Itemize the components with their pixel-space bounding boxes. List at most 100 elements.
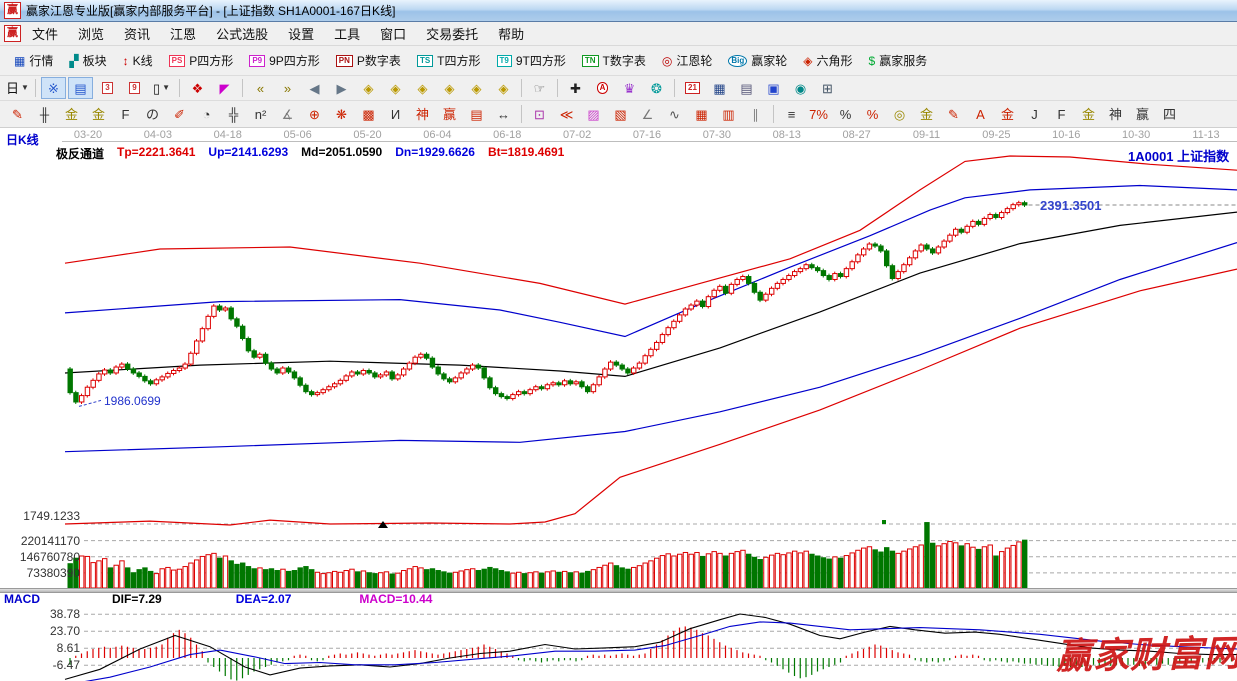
candle-body xyxy=(935,246,942,254)
fib-frame-tool[interactable]: F xyxy=(113,103,138,125)
spiral-tool[interactable]: の xyxy=(140,103,165,125)
fan-box-tool[interactable]: ▨ xyxy=(581,103,606,125)
compress-all-icon[interactable]: ◈ xyxy=(437,77,462,99)
last-bar-icon[interactable]: » xyxy=(275,77,300,99)
select-web-icon[interactable]: ❖ xyxy=(185,77,210,99)
print-icon[interactable]: ⊞ xyxy=(815,77,840,99)
level-steps-tool[interactable]: ≡ xyxy=(779,103,804,125)
web-box-tool[interactable]: ▧ xyxy=(608,103,633,125)
candle-body xyxy=(125,363,131,370)
ying-box-tool[interactable]: 赢 xyxy=(437,103,462,125)
n-square-tool[interactable]: n² xyxy=(248,103,273,125)
f10-info-icon[interactable]: ▤ xyxy=(68,77,93,99)
menu-item-8[interactable]: 交易委托 xyxy=(417,22,487,45)
gann-web-icon[interactable]: ※ xyxy=(41,77,66,99)
candle-body xyxy=(907,257,913,266)
gold-level-tool[interactable]: 金 xyxy=(914,103,939,125)
red-pencil-tool[interactable]: ✎ xyxy=(941,103,966,125)
pencil-tool[interactable]: ✎ xyxy=(5,103,30,125)
shen-box-tool[interactable]: 神 xyxy=(410,103,435,125)
fan-lines-tool[interactable]: ≪ xyxy=(554,103,579,125)
winner-service-button[interactable]: $ 赢家服务 xyxy=(861,50,936,71)
hatch-tool[interactable]: ∥ xyxy=(743,103,768,125)
menu-item-2[interactable]: 资讯 xyxy=(115,22,159,45)
hand-drag-icon[interactable]: ☞ xyxy=(527,77,552,99)
circle-cross-tool[interactable]: ⊕ xyxy=(302,103,327,125)
export-web-icon[interactable]: ◉ xyxy=(788,77,813,99)
kline-button[interactable]: ↕ K线 xyxy=(115,50,161,71)
save-icon[interactable]: ▣ xyxy=(761,77,786,99)
percent-tool[interactable]: % xyxy=(833,103,858,125)
t-digits-button[interactable]: TN T数字表 xyxy=(574,50,654,71)
t9-square-button[interactable]: T9 9T四方形 xyxy=(489,50,574,71)
crosshair-icon[interactable]: ✚ xyxy=(563,77,588,99)
mirror-angle-tool[interactable]: ∡ xyxy=(275,103,300,125)
kline-9-icon[interactable]: 9 xyxy=(122,77,147,99)
volume-bar xyxy=(596,566,602,589)
time-circle-tool[interactable]: ◔ xyxy=(194,103,219,125)
trend-angle-tool[interactable]: ∠ xyxy=(635,103,660,125)
p-digits-button[interactable]: PN P数字表 xyxy=(328,50,409,71)
zoom-out-h-icon[interactable]: ◈ xyxy=(356,77,381,99)
price-grid-tool[interactable]: ╬ xyxy=(221,103,246,125)
menu-item-4[interactable]: 公式选股 xyxy=(207,22,277,45)
menu-item-1[interactable]: 浏览 xyxy=(69,22,113,45)
a-split-tool[interactable]: A xyxy=(968,103,993,125)
compress-v-icon[interactable]: ◈ xyxy=(491,77,516,99)
radar-web-tool[interactable]: ❋ xyxy=(329,103,354,125)
menu-item-7[interactable]: 窗口 xyxy=(371,22,415,45)
ruler-123-tool[interactable]: ▤ xyxy=(464,103,489,125)
first-bar-icon[interactable]: « xyxy=(248,77,273,99)
expand-all-icon[interactable]: ◈ xyxy=(410,77,435,99)
candle-style-dropdown[interactable]: ▯ ▼ xyxy=(149,77,174,99)
winner-wheel-button[interactable]: Big 赢家轮 xyxy=(720,50,795,71)
h-measure-tool[interactable]: ↔ xyxy=(491,103,516,125)
menu-item-5[interactable]: 设置 xyxy=(279,22,323,45)
prev-bar-icon[interactable]: ◀ xyxy=(302,77,327,99)
zoom-region-icon[interactable]: A xyxy=(590,77,615,99)
j-split-tool[interactable]: J xyxy=(1022,103,1047,125)
zoom-in-h-icon[interactable]: ◈ xyxy=(383,77,408,99)
gold-split-tool[interactable]: 金 xyxy=(995,103,1020,125)
segment-lines-tool[interactable]: И xyxy=(383,103,408,125)
percent7-tool[interactable]: 7% xyxy=(806,103,831,125)
gold-box-1-tool[interactable]: 金 xyxy=(59,103,84,125)
percent-line-tool[interactable]: % xyxy=(860,103,885,125)
period-day-dropdown[interactable]: 日 ▼ xyxy=(5,77,30,99)
menu-item-9[interactable]: 帮助 xyxy=(489,22,533,45)
notepad-icon[interactable]: ▤ xyxy=(734,77,759,99)
gold-split2-tool[interactable]: 金 xyxy=(1076,103,1101,125)
gann-tools-icon[interactable]: ♛ xyxy=(617,77,642,99)
box-select-tool[interactable]: ⊡ xyxy=(527,103,552,125)
grid-b-tool[interactable]: ▥ xyxy=(716,103,741,125)
kline-3-icon[interactable]: 3 xyxy=(95,77,120,99)
gann-wheel-button[interactable]: ◎ 江恩轮 xyxy=(654,50,721,71)
f-split-tool[interactable]: F xyxy=(1049,103,1074,125)
candle-body xyxy=(165,372,171,378)
hexagon-button[interactable]: ◈ 六角形 xyxy=(795,50,860,71)
menu-item-6[interactable]: 工具 xyxy=(325,22,369,45)
analysis-icon[interactable]: ❂ xyxy=(644,77,669,99)
ying-split-tool[interactable]: 赢 xyxy=(1130,103,1155,125)
p-square-button[interactable]: PS P四方形 xyxy=(161,50,242,71)
shen-split-tool[interactable]: 神 xyxy=(1103,103,1128,125)
next-bar-icon[interactable]: ▶ xyxy=(329,77,354,99)
grid-box-tool[interactable]: ▩ xyxy=(356,103,381,125)
si-split-tool[interactable]: 四 xyxy=(1157,103,1182,125)
t-square-button[interactable]: TS T四方形 xyxy=(409,50,489,71)
menu-item-3[interactable]: 江恩 xyxy=(161,22,205,45)
wave-tool[interactable]: ∿ xyxy=(662,103,687,125)
red-grid-tool[interactable]: ▦ xyxy=(689,103,714,125)
gann-grid-tool[interactable]: ╫ xyxy=(32,103,57,125)
gold-circle-tool[interactable]: ◎ xyxy=(887,103,912,125)
menu-item-0[interactable]: 文件 xyxy=(23,22,67,45)
pencil-angle-tool[interactable]: ✐ xyxy=(167,103,192,125)
expand-v-icon[interactable]: ◈ xyxy=(464,77,489,99)
calculator-icon[interactable]: ▦ xyxy=(707,77,732,99)
gold-box-2-tool[interactable]: 金 xyxy=(86,103,111,125)
sectors-button[interactable]: ▞ 板块 xyxy=(61,50,114,71)
calendar-icon[interactable]: 21 xyxy=(680,77,705,99)
color-flag-icon[interactable]: ◤ xyxy=(212,77,237,99)
p9-square-button[interactable]: P9 9P四方形 xyxy=(241,50,327,71)
quotes-button[interactable]: ▦ 行情 xyxy=(6,50,61,71)
